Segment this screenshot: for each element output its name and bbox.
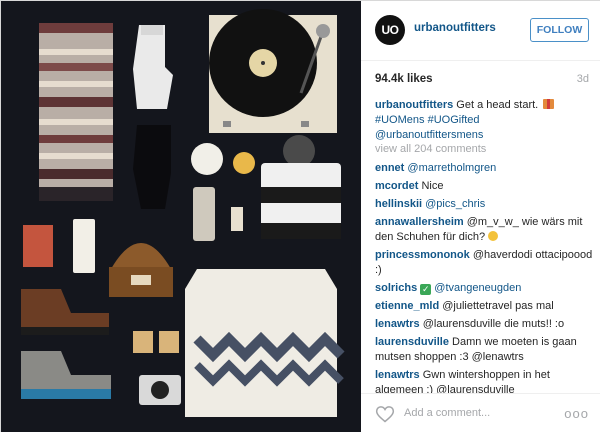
post-caption: urbanoutfitters Get a head start. #UOMen… bbox=[375, 98, 589, 143]
comment-item: laurensduville Damn we moeten is gaan mu… bbox=[375, 335, 595, 365]
comment-item: mcordet Nice bbox=[375, 179, 595, 194]
avatar[interactable]: UO bbox=[375, 15, 405, 45]
view-all-comments-link[interactable]: view all 204 comments bbox=[375, 143, 486, 155]
balm-jar-2-image bbox=[159, 331, 179, 353]
candle-image bbox=[191, 143, 223, 175]
caption-mention[interactable]: @urbanoutfittersmens bbox=[375, 129, 483, 141]
check-icon: ✓ bbox=[420, 284, 432, 295]
caption-hashtags[interactable]: #UOMens #UOGifted bbox=[375, 114, 480, 126]
likes-count[interactable]: 94.4k likes bbox=[375, 73, 433, 85]
caption-username[interactable]: urbanoutfitters bbox=[375, 99, 453, 111]
smile-icon bbox=[488, 231, 499, 241]
follow-button[interactable]: FOLLOW bbox=[530, 18, 589, 42]
post-age[interactable]: 3d bbox=[577, 73, 589, 85]
jar-image bbox=[233, 152, 255, 174]
post-stats: 94.4k likes 3d bbox=[375, 73, 589, 91]
comment-username[interactable]: mcordet bbox=[375, 180, 418, 192]
comment-username[interactable]: annawallersheim bbox=[375, 216, 464, 228]
post-header: UO urbanoutfitters FOLLOW bbox=[361, 1, 600, 61]
comment-item: lenawtrs @laurensduville die muts!! :o bbox=[375, 317, 595, 332]
bottle-image bbox=[231, 207, 243, 231]
comment-username[interactable]: lenawtrs bbox=[375, 369, 420, 381]
comment-text[interactable]: @marretholmgren bbox=[407, 162, 496, 174]
comment-item: solrichs ✓ @tvangeneugden bbox=[375, 281, 595, 296]
notebook-image bbox=[23, 225, 53, 267]
account-username[interactable]: urbanoutfitters bbox=[414, 22, 496, 34]
add-comment-input[interactable]: Add a comment... bbox=[404, 407, 490, 419]
comment-item: lenawtrs Gwn wintershoppen in het algeme… bbox=[375, 368, 595, 393]
post-footer: Add a comment... ooo bbox=[361, 393, 600, 432]
comment-item: princessmononok @haverdodi ottacipoood :… bbox=[375, 248, 595, 278]
more-options-icon[interactable]: ooo bbox=[564, 406, 589, 421]
heart-icon[interactable] bbox=[375, 404, 395, 424]
comment-text: @juliettetravel pas mal bbox=[442, 300, 554, 312]
black-gloves-image bbox=[133, 125, 171, 209]
comment-username[interactable]: ennet bbox=[375, 162, 404, 174]
comment-text[interactable]: @pics_chris bbox=[425, 198, 485, 210]
scarf-image bbox=[39, 23, 113, 201]
comment-item: ennet @marretholmgren bbox=[375, 161, 595, 176]
comment-username[interactable]: lenawtrs bbox=[375, 318, 420, 330]
comment-text[interactable]: @tvangeneugden bbox=[431, 282, 521, 294]
flask-image bbox=[193, 187, 215, 241]
photo-illustration bbox=[1, 1, 361, 432]
post-sidebar: UO urbanoutfitters FOLLOW 94.4k likes 3d… bbox=[361, 1, 600, 432]
sweater-image bbox=[185, 269, 345, 417]
comment-item: annawallersheim @m_v_w_ wie wärs mit den… bbox=[375, 215, 595, 245]
gift-icon bbox=[543, 99, 555, 109]
comment-text: @laurensduville die muts!! :o bbox=[422, 318, 565, 330]
comment-item: etienne_mld @juliettetravel pas mal bbox=[375, 299, 595, 314]
comment-username[interactable]: laurensduville bbox=[375, 336, 449, 348]
lotion-image bbox=[73, 219, 95, 273]
comment-item: hellinskii @pics_chris bbox=[375, 197, 595, 212]
comment-username[interactable]: princessmononok bbox=[375, 249, 470, 261]
comment-text: Nice bbox=[421, 180, 444, 192]
instagram-post-embed: UO urbanoutfitters FOLLOW 94.4k likes 3d… bbox=[0, 0, 600, 432]
record-player-image bbox=[209, 9, 337, 133]
post-photo[interactable] bbox=[1, 1, 361, 432]
caption-text: Get a head start. bbox=[453, 99, 542, 111]
balm-jar-image bbox=[133, 331, 153, 353]
comment-username[interactable]: solrichs bbox=[375, 282, 417, 294]
comment-username[interactable]: etienne_mld bbox=[375, 300, 439, 312]
comment-list: ennet @marretholmgren mcordet Nice helli… bbox=[375, 161, 595, 393]
comment-username[interactable]: hellinskii bbox=[375, 198, 422, 210]
